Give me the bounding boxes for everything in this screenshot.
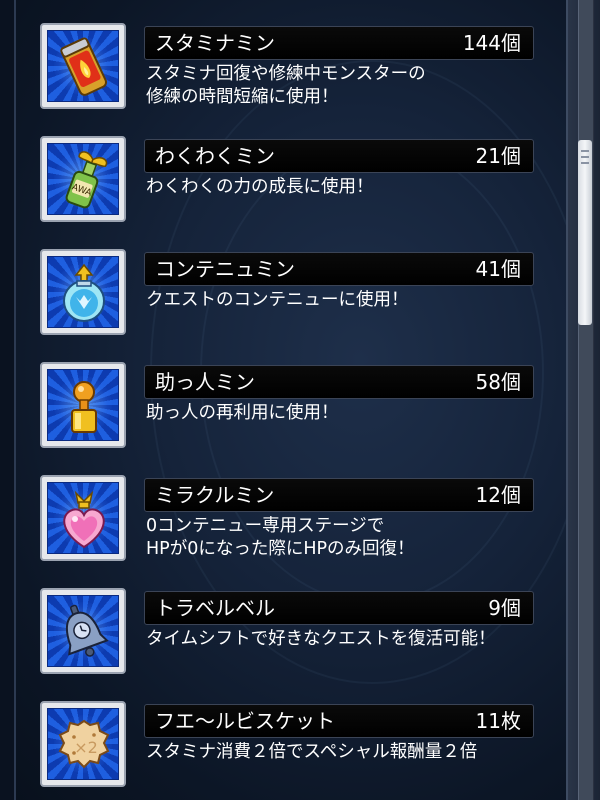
scrollbar-grip	[581, 156, 589, 158]
item-icon-frame	[40, 249, 126, 335]
item-count: 11枚	[475, 709, 521, 733]
sprout-bottle-icon: AWA	[65, 151, 108, 209]
item-name: スタミナミン	[155, 31, 275, 55]
item-description-line: わくわくの力の成長に使用！	[146, 177, 374, 197]
item-icon-frame	[40, 362, 126, 448]
list-item-stamina[interactable]: スタミナミン 144個 スタミナ回復や修練中モンスターの 修練の時間短縮に使用！	[40, 23, 534, 113]
item-name-bar: わくわくミン 21個	[144, 139, 534, 173]
biscuit-icon: ×2	[58, 719, 110, 769]
item-icon-frame	[40, 475, 126, 561]
item-description: タイムシフトで好きなクエストを復活可能！	[146, 628, 536, 651]
list-item-miracle[interactable]: ミラクルミン 12個 0コンテニュー専用ステージで HPが0になった際にHPのみ…	[40, 475, 534, 565]
item-description-line: 助っ人の再利用に使用！	[146, 403, 339, 423]
list-item-helper[interactable]: 助っ人ミン 58個 助っ人の再利用に使用！	[40, 362, 534, 452]
item-name: ミラクルミン	[155, 483, 275, 507]
item-count: 41個	[475, 257, 521, 281]
item-description-line: HPが0になった際にHPのみ回復！	[146, 539, 415, 559]
item-name: コンテニュミン	[155, 257, 295, 281]
item-description: スタミナ消費２倍でスペシャル報酬量２倍	[146, 741, 536, 764]
item-name: 助っ人ミン	[155, 370, 255, 394]
item-name: フエ～ルビスケット	[155, 709, 335, 733]
item-description-line: 修練の時間短縮に使用！	[146, 87, 339, 107]
item-count: 144個	[462, 31, 521, 55]
bell-icon	[65, 604, 109, 657]
item-icon-frame: ×2	[40, 701, 126, 787]
item-description-line: クエストのコンテニューに使用！	[146, 290, 409, 310]
item-name: わくわくミン	[155, 144, 275, 168]
item-description: スタミナ回復や修練中モンスターの 修練の時間短縮に使用！	[146, 63, 536, 109]
item-description: わくわくの力の成長に使用！	[146, 176, 536, 199]
item-description-line: スタミナ消費２倍でスペシャル報酬量２倍	[146, 742, 478, 762]
item-description: クエストのコンテニューに使用！	[146, 289, 536, 312]
item-icon-frame	[40, 588, 126, 674]
item-icon-frame: AWA	[40, 136, 126, 222]
list-item-wakuwaku[interactable]: AWA わくわくミン 21個 わくわくの力の成長に使用！	[40, 136, 534, 226]
scrollbar-grip	[581, 162, 589, 164]
list-item-biscuit[interactable]: ×2 フエ～ルビスケット 11枚 スタミナ消費２倍でスペシャル報酬量２倍	[40, 701, 534, 791]
item-count: 21個	[475, 144, 521, 168]
item-icon-frame	[40, 23, 126, 109]
svg-text:×2: ×2	[74, 738, 98, 757]
scrollbar-track[interactable]	[578, 0, 594, 800]
stamina-can-icon	[60, 37, 108, 96]
item-count: 9個	[488, 596, 521, 620]
item-name-bar: コンテニュミン 41個	[144, 252, 534, 286]
item-description: 助っ人の再利用に使用！	[146, 402, 536, 425]
item-description-line: 0コンテニュー専用ステージで	[146, 516, 385, 536]
left-frame	[0, 0, 16, 800]
list-item-continue[interactable]: コンテニュミン 41個 クエストのコンテニューに使用！	[40, 249, 534, 339]
item-name-bar: 助っ人ミン 58個	[144, 365, 534, 399]
item-count: 12個	[475, 483, 521, 507]
list-item-travel-bell[interactable]: トラベルベル 9個 タイムシフトで好きなクエストを復活可能！	[40, 588, 534, 678]
continue-potion-icon	[63, 263, 105, 322]
item-description-line: タイムシフトで好きなクエストを復活可能！	[146, 629, 496, 649]
heart-potion-icon	[63, 490, 105, 549]
item-description: 0コンテニュー専用ステージで HPが0になった際にHPのみ回復！	[146, 515, 536, 561]
item-name-bar: ミラクルミン 12個	[144, 478, 534, 512]
item-name-bar: スタミナミン 144個	[144, 26, 534, 60]
item-count: 58個	[475, 370, 521, 394]
item-name-bar: トラベルベル 9個	[144, 591, 534, 625]
item-name-bar: フエ～ルビスケット 11枚	[144, 704, 534, 738]
scrollbar-thumb[interactable]	[578, 140, 592, 325]
helper-pawn-icon	[71, 381, 97, 433]
item-name: トラベルベル	[155, 596, 275, 620]
item-description-line: スタミナ回復や修練中モンスターの	[146, 64, 426, 84]
scrollbar-grip	[581, 150, 589, 152]
